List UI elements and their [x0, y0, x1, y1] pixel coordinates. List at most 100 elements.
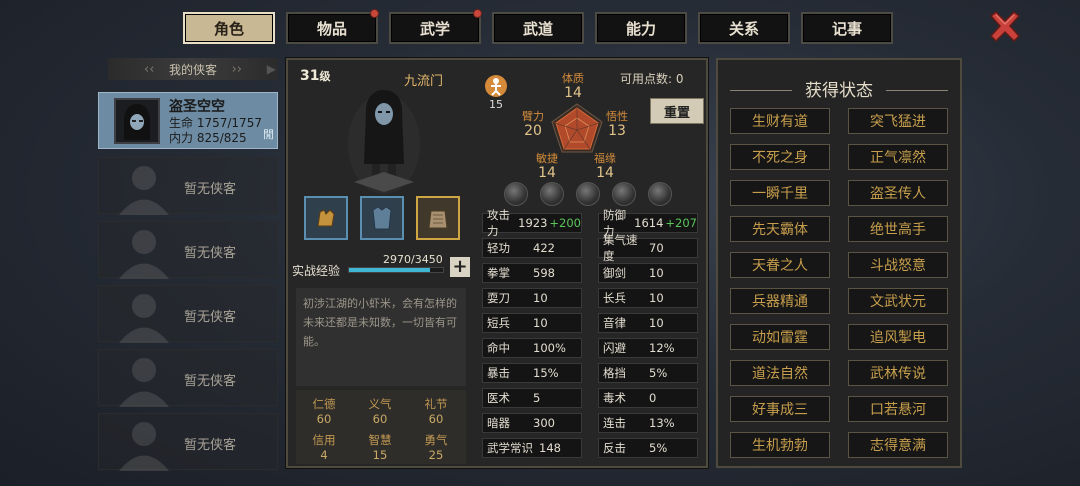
character-card-empty[interactable]: 暂无侠客 — [98, 221, 278, 279]
stat-defense: 防御力 1614 +207 — [598, 208, 698, 238]
stat-name: 轻功 — [487, 241, 510, 255]
buff-item[interactable]: 文武状元 — [848, 288, 948, 314]
meridian-orb-icon[interactable] — [648, 182, 672, 206]
hp-value: 1757/1757 — [196, 116, 262, 130]
tab-relations[interactable]: 关系 — [698, 12, 790, 44]
mp-row: 内力 825/825 — [169, 129, 247, 146]
character-card-empty[interactable]: 暂无侠客 — [98, 157, 278, 215]
top-tabs: 角色 物品 武学 武道 能力 关系 记事 — [183, 9, 893, 44]
tab-label: 能力 — [625, 19, 656, 38]
bag-icon — [428, 210, 448, 229]
stat-value: 10 — [649, 266, 664, 280]
meridian-orb-icon[interactable] — [504, 182, 528, 206]
character-description: 初涉江湖的小虾米，会有怎样的未来还都是未知数，一切皆有可能。 — [296, 288, 466, 386]
equipment-slot-glove[interactable] — [304, 196, 348, 240]
buff-item[interactable]: 志得意满 — [848, 432, 948, 458]
stat-value: 1614 — [634, 216, 664, 230]
buff-item[interactable]: 先天霸体 — [730, 216, 830, 242]
tab-label: 关系 — [728, 19, 759, 38]
stat-value: 10 — [533, 316, 548, 330]
buff-item[interactable]: 盗圣传人 — [848, 180, 948, 206]
stat-martial-knowledge: 武学常识 148 — [482, 438, 582, 458]
buff-item[interactable]: 斗战怒意 — [848, 252, 948, 278]
attr-value: 14 — [564, 85, 582, 101]
buff-item[interactable]: 追风掣电 — [848, 324, 948, 350]
stat-bonus: +200 — [549, 216, 581, 230]
stat-hidden-weapon: 暗器 300 — [482, 413, 582, 433]
virtue-name: 智慧 — [368, 433, 392, 447]
buff-item[interactable]: 天眷之人 — [730, 252, 830, 278]
buff-item[interactable]: 动如雷霆 — [730, 324, 830, 350]
silhouette-icon — [119, 422, 169, 471]
stat-name: 闪避 — [603, 341, 626, 355]
stat-block: 格挡 5% — [598, 363, 698, 383]
notification-dot — [473, 9, 482, 18]
character-card-selected[interactable]: 盗圣空空 生命 1757/1757 内力 825/825 閒 — [98, 92, 278, 149]
tab-abilities[interactable]: 能力 — [595, 12, 687, 44]
meridian-orb-icon[interactable] — [540, 182, 564, 206]
buff-item[interactable]: 突飞猛进 — [848, 108, 948, 134]
stat-blade: 耍刀 10 — [482, 288, 582, 308]
tab-label: 角色 — [213, 19, 244, 38]
tab-items[interactable]: 物品 — [286, 9, 379, 44]
stat-dodge: 闪避 12% — [598, 338, 698, 358]
notification-dot — [370, 9, 379, 18]
buff-item[interactable]: 绝世高手 — [848, 216, 948, 242]
attr-value: 14 — [538, 165, 556, 181]
level: 31级 — [300, 68, 330, 84]
stat-value: 148 — [539, 441, 561, 455]
virtue-name: 勇气 — [424, 433, 448, 447]
equipment-slot-armor[interactable] — [360, 196, 404, 240]
stat-name: 暗器 — [487, 416, 510, 430]
stat-short-weapon: 短兵 10 — [482, 313, 582, 333]
empty-slot-label: 暂无侠客 — [184, 182, 237, 197]
chevron-right-icon: ›› — [231, 61, 242, 77]
add-exp-button[interactable]: + — [450, 257, 470, 277]
buff-item[interactable]: 生财有道 — [730, 108, 830, 134]
stat-qi-speed: 集气速度 70 — [598, 233, 698, 263]
stat-value: 12% — [649, 341, 675, 355]
stat-value: 5% — [649, 441, 668, 455]
stat-attack: 攻击力 1923 +200 — [482, 208, 582, 238]
tab-journal[interactable]: 记事 — [801, 12, 893, 44]
virtue-value: 4 — [320, 448, 328, 462]
buff-item[interactable]: 正气凛然 — [848, 144, 948, 170]
stat-name: 御剑 — [603, 266, 626, 280]
stat-music: 音律 10 — [598, 313, 698, 333]
stat-name: 音律 — [603, 316, 626, 330]
stat-combo: 连击 13% — [598, 413, 698, 433]
stat-crit: 暴击 15% — [482, 363, 582, 383]
close-icon[interactable] — [986, 8, 1024, 46]
tab-character[interactable]: 角色 — [183, 12, 275, 44]
attr-name: 臂力 — [522, 110, 544, 123]
empty-slot-label: 暂无侠客 — [184, 438, 237, 453]
equipment-slot-accessory[interactable] — [416, 196, 460, 240]
attribute-pentagon-chart — [551, 103, 603, 153]
stat-bonus: +207 — [665, 216, 697, 230]
character-card-empty[interactable]: 暂无侠客 — [98, 285, 278, 343]
tab-martial-way[interactable]: 武道 — [492, 12, 584, 44]
meridian-orb-icon[interactable] — [612, 182, 636, 206]
character-card-empty[interactable]: 暂无侠客 — [98, 413, 278, 471]
buff-item[interactable]: 兵器精通 — [730, 288, 830, 314]
reset-button[interactable]: 重置 — [650, 98, 704, 124]
buff-item[interactable]: 好事成三 — [730, 396, 830, 422]
stat-name: 耍刀 — [487, 291, 510, 305]
buff-item[interactable]: 武林传说 — [848, 360, 948, 386]
stat-value: 300 — [533, 416, 555, 430]
stat-value: 70 — [649, 241, 664, 255]
buff-item[interactable]: 道法自然 — [730, 360, 830, 386]
meridian-orb-icon[interactable] — [576, 182, 600, 206]
buff-item[interactable]: 口若悬河 — [848, 396, 948, 422]
level-unit: 级 — [319, 70, 331, 83]
list-header-label: 我的侠客 — [168, 62, 217, 77]
buff-item[interactable]: 生机勃勃 — [730, 432, 830, 458]
armor-icon — [372, 206, 392, 230]
buff-item[interactable]: 一瞬千里 — [730, 180, 830, 206]
chevron-left-icon: ‹‹ — [144, 61, 155, 77]
tab-martial-arts[interactable]: 武学 — [389, 9, 482, 44]
triangle-right-icon: ▶ — [266, 62, 276, 76]
divider — [730, 90, 792, 91]
buff-item[interactable]: 不死之身 — [730, 144, 830, 170]
character-card-empty[interactable]: 暂无侠客 — [98, 349, 278, 407]
